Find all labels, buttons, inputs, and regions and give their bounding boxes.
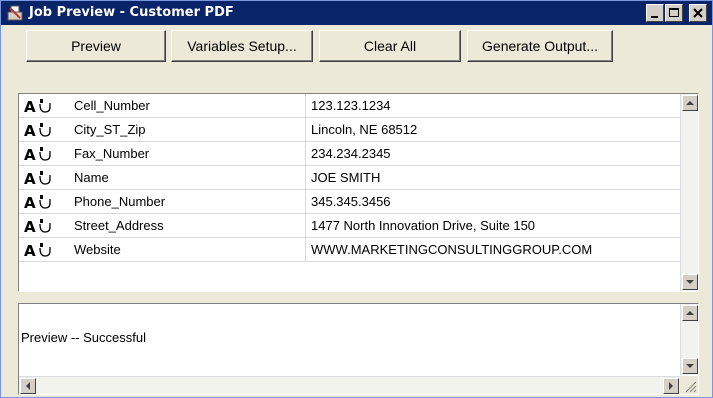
variable-row[interactable]: A Fax_Number 234.234.2345 <box>19 142 680 166</box>
column-divider <box>305 142 306 166</box>
minimize-button[interactable] <box>646 4 664 22</box>
window-title: Job Preview - Customer PDF <box>29 5 234 20</box>
variable-row[interactable]: A Street_Address 1477 North Innovation D… <box>19 214 680 238</box>
chevron-left-icon <box>26 382 30 390</box>
text-variable-icon: A <box>24 146 51 162</box>
minimize-icon <box>651 16 658 18</box>
text-variable-icon: A <box>24 122 51 138</box>
status-output[interactable]: Preview -- Successful <box>18 303 699 395</box>
svg-text:A: A <box>24 122 36 138</box>
variable-row[interactable]: A Cell_Number 123.123.1234 <box>19 94 680 118</box>
variable-value: Lincoln, NE 68512 <box>311 122 418 137</box>
chevron-down-icon <box>686 364 694 368</box>
variable-name: Cell_Number <box>74 98 150 113</box>
status-scroll-down-button[interactable] <box>682 358 698 374</box>
app-icon <box>7 5 23 21</box>
variables-setup-button[interactable]: Variables Setup... <box>171 30 313 62</box>
text-variable-icon: A <box>24 194 51 210</box>
title-bar[interactable]: Job Preview - Customer PDF <box>1 1 712 25</box>
text-variable-icon: A <box>24 170 51 186</box>
list-vertical-scrollbar[interactable] <box>680 94 698 291</box>
text-variable-icon: A <box>24 218 51 234</box>
text-variable-icon: A <box>24 242 51 258</box>
chevron-up-icon <box>686 311 694 315</box>
column-divider <box>305 166 306 190</box>
variable-value: 234.234.2345 <box>311 146 391 161</box>
maximize-icon <box>669 8 679 17</box>
scroll-up-button[interactable] <box>682 95 698 111</box>
status-message: Preview -- Successful <box>21 330 146 345</box>
variable-value: 1477 North Innovation Drive, Suite 150 <box>311 218 536 233</box>
chevron-up-icon <box>686 101 694 105</box>
variable-value: 123.123.1234 <box>311 98 391 113</box>
variable-row[interactable]: A City_ST_Zip Lincoln, NE 68512 <box>19 118 680 142</box>
chevron-right-icon <box>669 382 673 390</box>
variable-value: 345.345.3456 <box>311 194 391 209</box>
scroll-right-button[interactable] <box>663 378 679 394</box>
variable-name: Website <box>74 242 121 257</box>
variable-value: JOE SMITH <box>311 170 381 185</box>
close-icon <box>693 8 703 18</box>
text-variable-icon: A <box>24 98 51 114</box>
variable-name: Fax_Number <box>74 146 150 161</box>
status-scroll-up-button[interactable] <box>682 305 698 321</box>
variable-row[interactable]: A Name JOE SMITH <box>19 166 680 190</box>
chevron-down-icon <box>686 280 694 284</box>
column-divider <box>305 190 306 214</box>
column-divider <box>305 118 306 142</box>
svg-text:A: A <box>24 242 36 258</box>
column-divider <box>305 94 306 118</box>
preview-button[interactable]: Preview <box>26 30 166 62</box>
svg-text:A: A <box>24 98 36 114</box>
close-button[interactable] <box>689 4 707 22</box>
resize-grip-icon <box>685 381 697 393</box>
variables-list-body: A Cell_Number 123.123.1234 A City_ST_Zip… <box>19 94 680 291</box>
variable-row[interactable]: A Website WWW.MARKETINGCONSULTINGGROUP.C… <box>19 238 680 262</box>
variable-name: Name <box>74 170 109 185</box>
variables-list[interactable]: A Cell_Number 123.123.1234 A City_ST_Zip… <box>18 93 699 292</box>
variable-value: WWW.MARKETINGCONSULTINGGROUP.COM <box>311 242 593 257</box>
status-horizontal-scrollbar[interactable] <box>19 376 680 394</box>
variable-name: Street_Address <box>74 218 164 233</box>
scroll-down-button[interactable] <box>682 274 698 290</box>
scroll-left-button[interactable] <box>20 378 36 394</box>
variable-name: Phone_Number <box>74 194 166 209</box>
maximize-button[interactable] <box>665 4 683 22</box>
resize-grip[interactable] <box>680 376 698 394</box>
column-divider <box>305 214 306 238</box>
job-preview-window: Job Preview - Customer PDF Preview Varia… <box>0 0 713 398</box>
svg-text:A: A <box>24 194 36 210</box>
clear-all-button[interactable]: Clear All <box>319 30 461 62</box>
svg-text:A: A <box>24 146 36 162</box>
svg-text:A: A <box>24 218 36 234</box>
variable-name: City_ST_Zip <box>74 122 146 137</box>
generate-output-button[interactable]: Generate Output... <box>467 30 613 62</box>
column-divider <box>305 238 306 262</box>
status-vertical-scrollbar[interactable] <box>680 304 698 375</box>
variable-row[interactable]: A Phone_Number 345.345.3456 <box>19 190 680 214</box>
svg-text:A: A <box>24 170 36 186</box>
toolbar: Preview Variables Setup... Clear All Gen… <box>1 25 712 95</box>
